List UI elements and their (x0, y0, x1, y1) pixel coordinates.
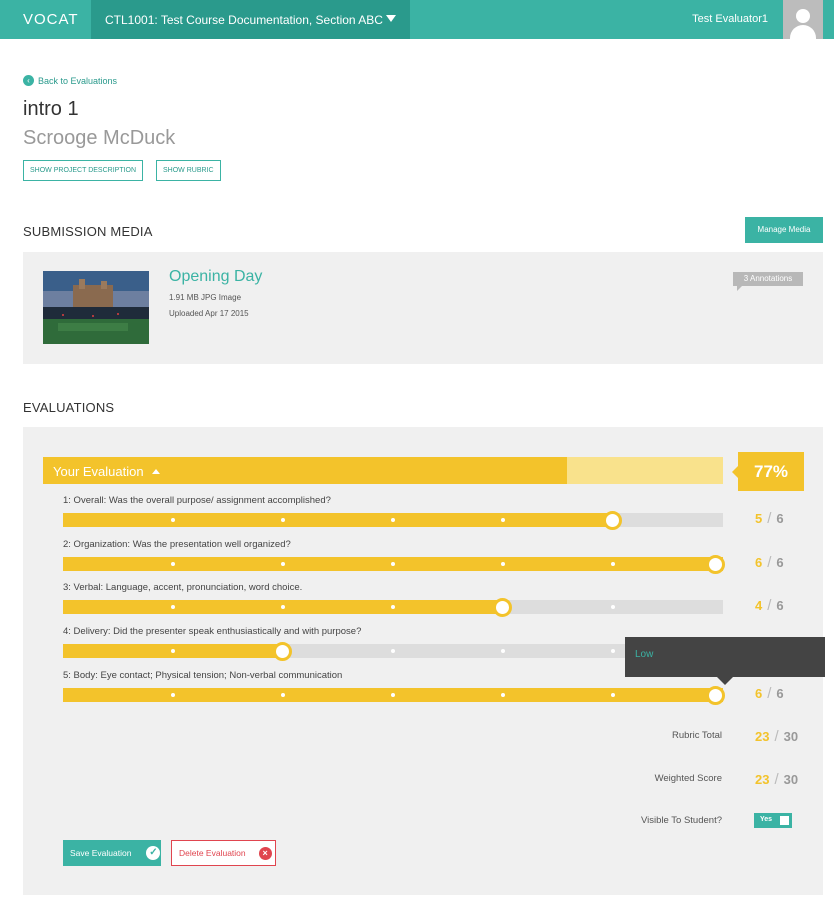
slider-tick (391, 605, 395, 609)
rubric-total-score: 23/30 (755, 728, 799, 745)
user-silhouette-body (790, 25, 816, 39)
criterion-slider[interactable] (63, 511, 723, 530)
criterion-label: 4: Delivery: Did the presenter speak ent… (63, 626, 362, 637)
score-tooltip: Low (625, 637, 825, 685)
arrow-left-icon: ‹ (23, 75, 34, 86)
visible-to-student-toggle[interactable]: Yes (754, 813, 792, 828)
slider-tick (171, 518, 175, 522)
media-file-info: 1.91 MB JPG Image (169, 293, 242, 302)
criterion-label: 1: Overall: Was the overall purpose/ ass… (63, 495, 331, 506)
slider-handle[interactable] (273, 642, 292, 661)
evaluations-heading: EVALUATIONS (23, 400, 115, 415)
slider-tick (611, 562, 615, 566)
toggle-knob (780, 816, 789, 825)
slider-tick (611, 649, 615, 653)
chevron-down-icon (386, 15, 396, 22)
media-title-link[interactable]: Opening Day (169, 268, 262, 286)
slider-tick (501, 518, 505, 522)
criterion-score: 5/6 (755, 510, 784, 527)
vocat-logo[interactable]: VOCAT (23, 11, 79, 28)
course-selector[interactable]: CTL1001: Test Course Documentation, Sect… (91, 0, 410, 39)
user-silhouette-head (796, 9, 810, 23)
weighted-score: 23/30 (755, 771, 799, 788)
slider-tick (391, 649, 395, 653)
slider-tick (171, 649, 175, 653)
slider-handle[interactable] (493, 598, 512, 617)
back-link-label: Back to Evaluations (38, 75, 118, 86)
course-name: CTL1001: Test Course Documentation, Sect… (105, 13, 383, 27)
slider-tick (171, 693, 175, 697)
slider-tick (391, 562, 395, 566)
slider-tick (171, 605, 175, 609)
close-icon: × (258, 846, 272, 860)
evaluations-panel: Your Evaluation 77% 1: Overall: Was the … (23, 427, 825, 895)
slider-tick (611, 693, 615, 697)
criterion-score: 6/6 (755, 685, 784, 702)
annotations-count-badge[interactable]: 3 Annotations (733, 272, 803, 291)
your-evaluation-label: Your Evaluation (53, 464, 160, 479)
slider-tick (281, 562, 285, 566)
slider-handle[interactable] (706, 686, 725, 705)
top-bar: VOCAT CTL1001: Test Course Documentation… (0, 0, 834, 39)
slider-tick (501, 649, 505, 653)
caret-up-icon (151, 469, 160, 474)
show-rubric-button[interactable]: SHOW RUBRIC (156, 160, 221, 181)
criterion-slider[interactable] (63, 642, 723, 661)
criterion-score: 6/6 (755, 554, 784, 571)
slider-tick (611, 605, 615, 609)
criterion-score: 4/6 (755, 597, 784, 614)
criterion-slider[interactable] (63, 555, 725, 574)
criterion-slider[interactable] (63, 686, 725, 705)
delete-evaluation-button[interactable]: Delete Evaluation × (171, 840, 276, 866)
visible-to-student-label: Visible To Student? (641, 815, 722, 826)
slider-fill (63, 513, 613, 527)
media-thumbnail[interactable] (43, 271, 149, 344)
your-evaluation-toggle[interactable]: Your Evaluation (43, 457, 723, 484)
submission-media-heading: SUBMISSION MEDIA (23, 224, 153, 239)
slider-tick (281, 693, 285, 697)
criterion-slider[interactable] (63, 598, 723, 617)
slider-tick (281, 605, 285, 609)
rubric-total-label: Rubric Total (672, 730, 722, 741)
user-name[interactable]: Test Evaluator1 (692, 13, 768, 25)
slider-tick (391, 693, 395, 697)
slider-tick (501, 693, 505, 697)
show-project-description-button[interactable]: SHOW PROJECT DESCRIPTION (23, 160, 144, 181)
slider-handle[interactable] (706, 555, 725, 574)
slider-tick (171, 562, 175, 566)
slider-handle[interactable] (603, 511, 622, 530)
weighted-score-label: Weighted Score (654, 773, 722, 784)
slider-tick (281, 518, 285, 522)
criterion-label: 3: Verbal: Language, accent, pronunciati… (63, 582, 303, 593)
save-evaluation-button[interactable]: Save Evaluation ✓ (63, 840, 161, 866)
student-name: Scrooge McDuck (23, 127, 176, 149)
media-panel: Opening Day 1.91 MB JPG Image Uploaded A… (23, 252, 823, 364)
criterion-label: 2: Organization: Was the presentation we… (63, 539, 291, 550)
criterion-label: 5: Body: Eye contact; Physical tension; … (63, 670, 343, 681)
slider-tick (501, 562, 505, 566)
media-upload-date: Uploaded Apr 17 2015 (169, 309, 249, 318)
check-icon: ✓ (146, 846, 161, 860)
slider-tick (391, 518, 395, 522)
evaluation-percent: 77% (732, 452, 804, 491)
back-to-evaluations-link[interactable]: ‹ Back to Evaluations (23, 75, 117, 86)
manage-media-button[interactable]: Manage Media (745, 217, 823, 243)
page-title: intro 1 (23, 98, 79, 120)
avatar[interactable] (783, 0, 823, 39)
